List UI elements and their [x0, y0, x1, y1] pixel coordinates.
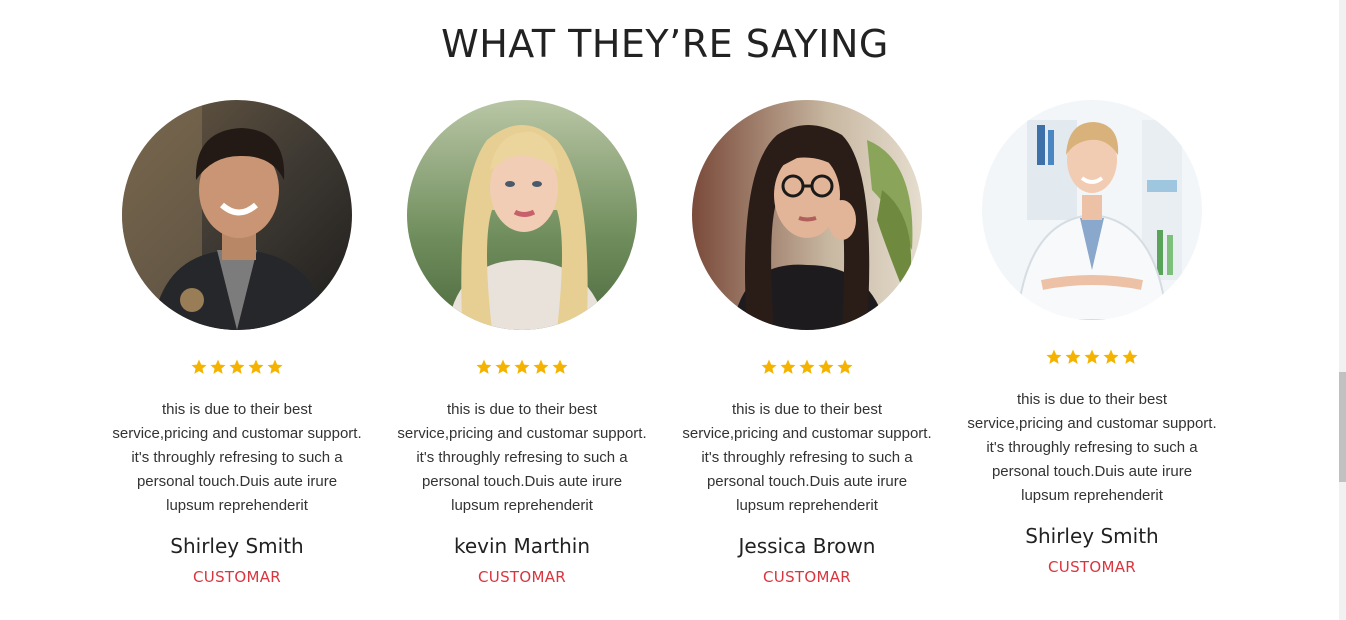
star-icon [514, 359, 530, 374]
star-icon [837, 359, 853, 374]
testimonial-role: CUSTOMAR [193, 568, 281, 586]
star-icon [799, 359, 815, 374]
testimonial-quote: this is due to their best service,pricin… [967, 391, 1217, 504]
rating-stars [672, 358, 942, 378]
star-icon [476, 359, 492, 374]
testimonial-role: CUSTOMAR [763, 568, 851, 586]
testimonials-section: WHAT THEY’RE SAYING this is due to their… [0, 0, 1346, 620]
testimonial-quote: this is due to their best service,pricin… [397, 401, 647, 514]
testimonial-role: CUSTOMAR [478, 568, 566, 586]
star-icon [495, 359, 511, 374]
star-icon [761, 359, 777, 374]
avatar [692, 100, 922, 330]
rating-stars [102, 358, 372, 378]
star-icon [780, 359, 796, 374]
avatar [982, 100, 1202, 320]
star-icon [1046, 349, 1062, 364]
section-title: WHAT THEY’RE SAYING [441, 22, 889, 66]
testimonial-quote: this is due to their best service,pricin… [112, 401, 362, 514]
scrollbar-thumb[interactable] [1339, 372, 1346, 482]
star-icon [1103, 349, 1119, 364]
testimonial-name: Shirley Smith [1025, 524, 1159, 548]
rating-stars [957, 348, 1227, 368]
testimonial-name: Jessica Brown [738, 534, 876, 558]
star-icon [1122, 349, 1138, 364]
testimonial-quote: this is due to their best service,pricin… [682, 401, 932, 514]
testimonial-card: this is due to their best service,pricin… [102, 100, 372, 586]
avatar [122, 100, 352, 330]
star-icon [248, 359, 264, 374]
testimonial-card: this is due to their best service,pricin… [957, 90, 1227, 576]
star-icon [229, 359, 245, 374]
star-icon [1065, 349, 1081, 364]
star-icon [267, 359, 283, 374]
star-icon [191, 359, 207, 374]
star-icon [552, 359, 568, 374]
testimonial-card: this is due to their best service,pricin… [672, 100, 942, 586]
testimonial-role: CUSTOMAR [1048, 558, 1136, 576]
testimonial-name: Shirley Smith [170, 534, 304, 558]
avatar [407, 100, 637, 330]
star-icon [1084, 349, 1100, 364]
star-icon [533, 359, 549, 374]
star-icon [818, 359, 834, 374]
rating-stars [387, 358, 657, 378]
testimonial-name: kevin Marthin [453, 534, 591, 558]
star-icon [210, 359, 226, 374]
vertical-scrollbar[interactable] [1339, 0, 1346, 620]
testimonial-card: this is due to their best service,pricin… [387, 100, 657, 586]
